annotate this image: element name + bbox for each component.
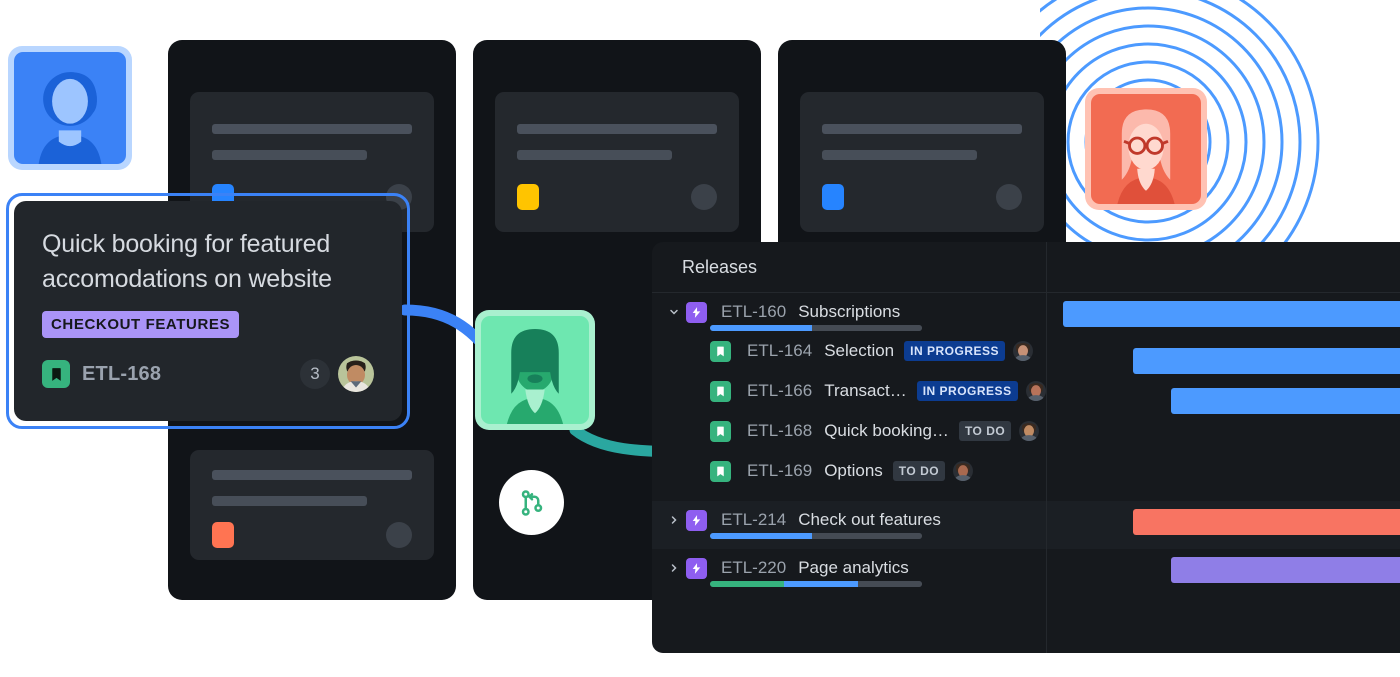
status-badge[interactable]: IN PROGRESS xyxy=(916,381,1018,401)
progress-segment xyxy=(710,533,812,539)
progress-segment xyxy=(858,581,922,587)
avatar[interactable] xyxy=(953,461,974,481)
card-type-chip xyxy=(212,522,234,548)
chevron-right-icon[interactable] xyxy=(666,514,682,526)
ghost-line xyxy=(517,150,672,160)
story-row[interactable]: ETL-168 Quick booking… TO DO xyxy=(652,411,1400,451)
avatar xyxy=(386,522,412,548)
status-badge[interactable]: TO DO xyxy=(892,461,946,481)
featured-issue-card[interactable]: Quick booking for featured accomodations… xyxy=(6,193,410,429)
issue-key[interactable]: ETL-166 xyxy=(747,381,812,401)
placeholder-card[interactable] xyxy=(800,92,1044,232)
panel-divider xyxy=(1046,293,1047,653)
avatar[interactable] xyxy=(1025,381,1046,401)
ghost-line xyxy=(517,124,717,134)
placeholder-card[interactable] xyxy=(190,450,434,560)
card-title: Quick booking for featured accomodations… xyxy=(42,230,332,293)
lightning-icon xyxy=(686,509,707,531)
ghost-line xyxy=(822,124,1022,134)
bookmark-icon xyxy=(710,460,731,482)
issue-summary[interactable]: Quick booking… xyxy=(824,421,949,441)
ghost-line xyxy=(212,470,412,480)
progress-bar xyxy=(710,533,922,539)
gantt-bar[interactable] xyxy=(1063,301,1400,327)
issue-summary[interactable]: Subscriptions xyxy=(798,302,900,322)
avatar[interactable] xyxy=(1013,341,1033,361)
ghost-line xyxy=(822,150,977,160)
page-title: Releases xyxy=(682,256,758,277)
card-type-chip xyxy=(822,184,844,210)
progress-segment xyxy=(784,581,859,587)
issue-key[interactable]: ETL-164 xyxy=(747,341,812,361)
progress-bar xyxy=(710,581,922,587)
avatar[interactable] xyxy=(338,356,374,392)
issue-key[interactable]: ETL-169 xyxy=(747,461,812,481)
avatar xyxy=(691,184,717,210)
issue-summary[interactable]: Options xyxy=(824,461,883,481)
card-subtask-count: 3 xyxy=(300,359,330,389)
bookmark-icon xyxy=(710,420,731,442)
gantt-bar[interactable] xyxy=(1171,388,1400,414)
releases-panel: Releases ETL-160 Subscriptions ETL-164 Sele… xyxy=(652,242,1400,653)
issue-key[interactable]: ETL-214 xyxy=(721,510,786,530)
placeholder-card[interactable] xyxy=(495,92,739,232)
ghost-line xyxy=(212,124,412,134)
status-badge[interactable]: IN PROGRESS xyxy=(904,341,1005,361)
avatar-green-person[interactable] xyxy=(475,310,595,430)
panel-header: Releases xyxy=(652,242,1400,293)
lightning-icon xyxy=(686,301,707,323)
progress-segment xyxy=(811,533,922,539)
bookmark-icon xyxy=(42,360,70,388)
git-branch-icon[interactable] xyxy=(499,470,564,535)
card-issue-key[interactable]: ETL-168 xyxy=(82,363,161,386)
gantt-bar[interactable] xyxy=(1171,557,1400,583)
progress-segment xyxy=(710,581,785,587)
panel-divider xyxy=(1046,242,1047,292)
gantt-bar[interactable] xyxy=(1133,348,1400,374)
illustration-canvas: Quick booking for featured accomodations… xyxy=(0,0,1400,677)
issue-summary[interactable]: Page analytics xyxy=(798,558,909,578)
gantt-bar[interactable] xyxy=(1133,509,1400,535)
chevron-down-icon[interactable] xyxy=(666,306,682,318)
avatar-red-woman-glasses[interactable] xyxy=(1085,88,1207,210)
issue-key[interactable]: ETL-160 xyxy=(721,302,786,322)
card-epic-label[interactable]: CHECKOUT FEATURES xyxy=(42,311,240,338)
issue-key[interactable]: ETL-220 xyxy=(721,558,786,578)
issue-key[interactable]: ETL-168 xyxy=(747,421,812,441)
card-type-chip xyxy=(517,184,539,210)
bookmark-icon xyxy=(710,340,731,362)
issue-summary[interactable]: Check out features xyxy=(798,510,941,530)
story-row[interactable]: ETL-169 Options TO DO xyxy=(652,451,1400,491)
releases-body: ETL-160 Subscriptions ETL-164 Selection IN P… xyxy=(652,293,1400,653)
ghost-line xyxy=(212,150,367,160)
avatar-blue-woman[interactable] xyxy=(8,46,132,170)
chevron-right-icon[interactable] xyxy=(666,562,682,574)
lightning-icon xyxy=(686,557,707,579)
avatar xyxy=(996,184,1022,210)
bookmark-icon xyxy=(710,380,731,402)
status-badge[interactable]: TO DO xyxy=(958,421,1012,441)
card-meta-row: ETL-168 3 xyxy=(42,356,374,392)
avatar[interactable] xyxy=(1019,421,1040,441)
ghost-line xyxy=(212,496,367,506)
issue-summary[interactable]: Transact… xyxy=(824,381,907,401)
issue-summary[interactable]: Selection xyxy=(824,341,894,361)
